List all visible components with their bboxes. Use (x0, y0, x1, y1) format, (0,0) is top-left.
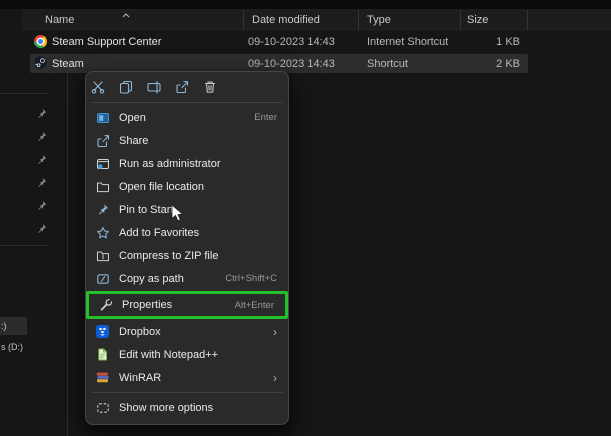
pinned-icon (36, 106, 47, 129)
column-header-date[interactable]: Date modified (252, 14, 320, 26)
file-date: 09-10-2023 14:43 (248, 58, 335, 70)
menu-item-label: Add to Favorites (119, 227, 199, 239)
nav-drive-label-fragment[interactable]: :) (1, 321, 7, 331)
nav-drive-d-label-fragment[interactable]: s (D:) (1, 342, 23, 352)
file-size: 1 KB (452, 36, 520, 48)
menu-item-open-file-location[interactable]: Open file location (86, 175, 288, 198)
file-size: 2 KB (452, 58, 520, 70)
mouse-cursor (171, 204, 184, 228)
menu-item-pin-to-start[interactable]: Pin to Start (86, 198, 288, 221)
menu-item-label: Copy as path (119, 273, 184, 285)
menu-item-label: Properties (122, 299, 172, 311)
file-type: Internet Shortcut (367, 36, 448, 48)
menu-separator (91, 102, 283, 103)
pinned-icon (36, 221, 47, 244)
menu-item-edit-with-notepad[interactable]: Edit with Notepad++ (86, 343, 288, 366)
submenu-chevron-icon: › (273, 326, 277, 338)
column-header-name[interactable]: Name (45, 14, 74, 26)
menu-item-label: Edit with Notepad++ (119, 349, 218, 361)
dropbox-icon (95, 324, 110, 339)
column-header-type[interactable]: Type (367, 14, 391, 26)
column-divider[interactable] (358, 10, 359, 30)
copy-icon[interactable] (119, 80, 133, 94)
menu-item-label: Open (119, 112, 146, 124)
menu-item-compress-to-zip-file[interactable]: Compress to ZIP file (86, 244, 288, 267)
delete-icon[interactable] (203, 80, 217, 94)
pinned-icon (36, 198, 47, 221)
file-date: 09-10-2023 14:43 (248, 36, 335, 48)
column-divider[interactable] (243, 10, 244, 30)
column-divider[interactable] (460, 10, 461, 30)
submenu-chevron-icon: › (273, 372, 277, 384)
menu-item-shortcut: Enter (254, 112, 277, 123)
menu-item-show-more-options[interactable]: Show more options (86, 396, 288, 419)
share-icon (95, 133, 110, 148)
winrar-icon (95, 370, 110, 385)
explorer-window: Name Date modified Type Size Steam Suppo… (0, 0, 611, 436)
cut-icon[interactable] (91, 80, 105, 94)
copy-path-icon (95, 271, 110, 286)
menu-item-label: Pin to Start (119, 204, 173, 216)
internet-shortcut-chrome-icon (34, 35, 47, 48)
wrench-icon (98, 298, 113, 313)
nav-separator (0, 245, 48, 246)
star-icon (95, 225, 110, 240)
menu-item-copy-as-path[interactable]: Copy as path Ctrl+Shift+C (86, 267, 288, 290)
nav-separator (0, 93, 48, 94)
file-type: Shortcut (367, 58, 408, 70)
menu-separator (91, 392, 283, 393)
open-app-icon (95, 110, 110, 125)
pin-icon (95, 202, 110, 217)
menu-item-label: Dropbox (119, 326, 161, 338)
file-name[interactable]: Steam Support Center (52, 36, 161, 48)
steam-shortcut-icon (34, 56, 47, 74)
column-header-size[interactable]: Size (467, 14, 488, 26)
menu-item-run-as-administrator[interactable]: Run as administrator (86, 152, 288, 175)
menu-item-winrar[interactable]: WinRAR › (86, 366, 288, 389)
menu-item-dropbox[interactable]: Dropbox › (86, 320, 288, 343)
menu-item-open[interactable]: Open Enter (86, 106, 288, 129)
pinned-icon (36, 152, 47, 175)
sort-ascending-icon (122, 5, 130, 23)
green-highlight-box: Properties Alt+Enter (86, 291, 288, 319)
pinned-icon (36, 175, 47, 198)
menu-item-share[interactable]: Share (86, 129, 288, 152)
menu-item-label: Open file location (119, 181, 204, 193)
nav-pane-divider[interactable] (67, 71, 68, 436)
menu-item-shortcut: Ctrl+Shift+C (225, 273, 277, 284)
zip-icon (95, 248, 110, 263)
menu-item-label: Show more options (119, 402, 213, 414)
menu-item-add-to-favorites[interactable]: Add to Favorites (86, 221, 288, 244)
menu-item-properties[interactable]: Properties Alt+Enter (89, 294, 285, 316)
file-name[interactable]: Steam (52, 58, 84, 70)
notepadpp-icon (95, 347, 110, 362)
nav-pinned-items (36, 106, 47, 244)
pinned-icon (36, 129, 47, 152)
menu-item-label: WinRAR (119, 372, 161, 384)
show-more-icon (95, 400, 110, 415)
top-band (0, 0, 611, 9)
column-divider[interactable] (527, 10, 528, 30)
rename-icon[interactable] (147, 80, 161, 94)
menu-item-shortcut: Alt+Enter (235, 300, 274, 311)
share-icon[interactable] (175, 80, 189, 94)
menu-item-label: Run as administrator (119, 158, 221, 170)
menu-item-label: Share (119, 135, 148, 147)
folder-icon (95, 179, 110, 194)
menu-item-label: Compress to ZIP file (119, 250, 218, 262)
quick-actions-row (86, 75, 288, 99)
admin-icon (95, 156, 110, 171)
context-menu: Open Enter Share Run as administrator Open f… (85, 71, 289, 425)
